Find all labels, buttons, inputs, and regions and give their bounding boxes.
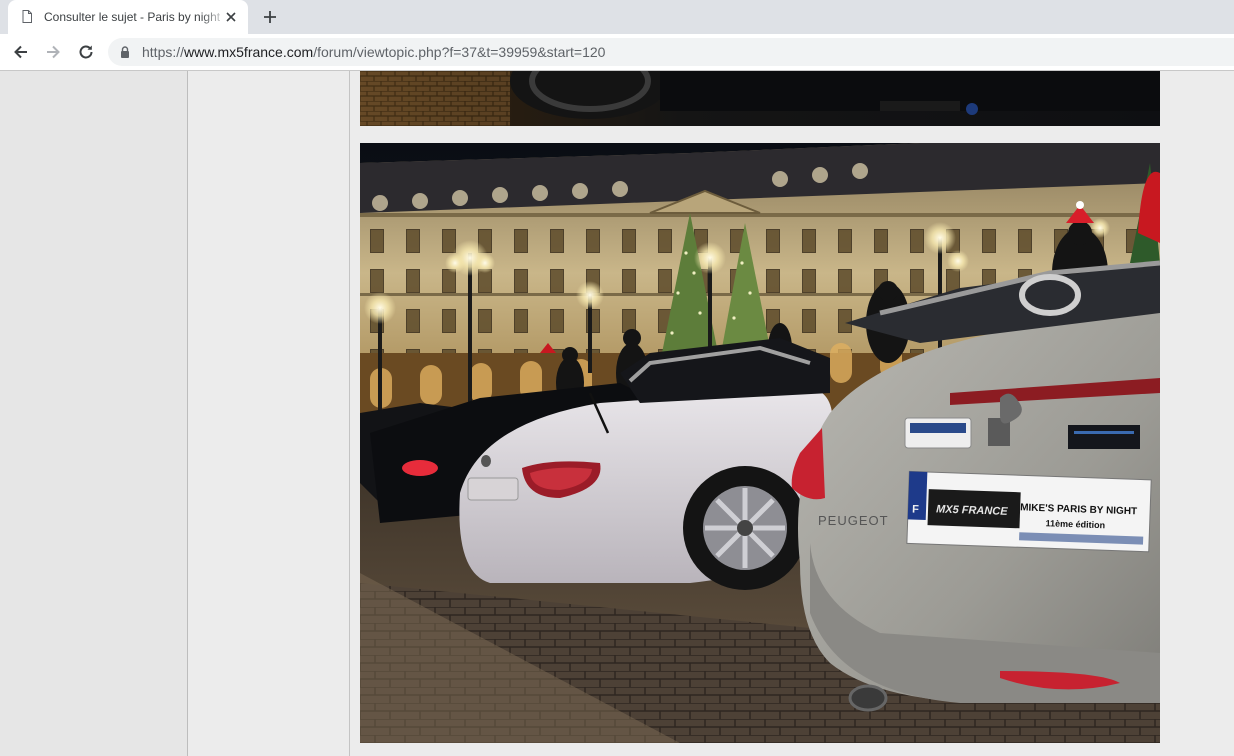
browser-toolbar: https://www.mx5france.com/forum/viewtopi… [0,34,1234,71]
close-icon[interactable] [224,10,238,24]
forum-page: PEUGEOT F MX5 FRANCE MIKE'S PARIS BY NIG… [0,71,1234,756]
plus-icon[interactable] [262,9,278,25]
tab-strip: Consulter le sujet - Paris by night [0,0,1234,34]
url-path: /forum/viewtopic.php?f=37&t=39959&start=… [313,44,606,60]
post-author-column [188,71,350,756]
lock-icon[interactable] [120,46,130,58]
post-body: PEUGEOT F MX5 FRANCE MIKE'S PARIS BY NIG… [350,71,1234,756]
reload-icon[interactable] [77,43,95,61]
night-car-photo-cropped[interactable] [360,71,1160,126]
arrow-left-icon[interactable] [12,43,30,61]
url-host: www.mx5france.com [184,44,314,60]
sticker-logo: MX5 FRANCE [936,503,1009,518]
left-gutter [0,71,188,756]
tab-title: Consulter le sujet - Paris by night [44,10,221,24]
plate-country: F [912,504,919,516]
car-badge: PEUGEOT [818,513,889,528]
arrow-right-icon[interactable] [44,43,62,61]
sticker-line2: 11ème édition [1045,518,1105,530]
tab-active[interactable]: Consulter le sujet - Paris by night [8,0,248,34]
document-icon [22,10,32,23]
url-text[interactable]: https://www.mx5france.com/forum/viewtopi… [142,44,605,60]
place-vendome-mx5-photo[interactable]: PEUGEOT F MX5 FRANCE MIKE'S PARIS BY NIG… [360,143,1160,743]
address-bar[interactable]: https://www.mx5france.com/forum/viewtopi… [108,38,1234,66]
url-scheme: https:// [142,44,185,60]
